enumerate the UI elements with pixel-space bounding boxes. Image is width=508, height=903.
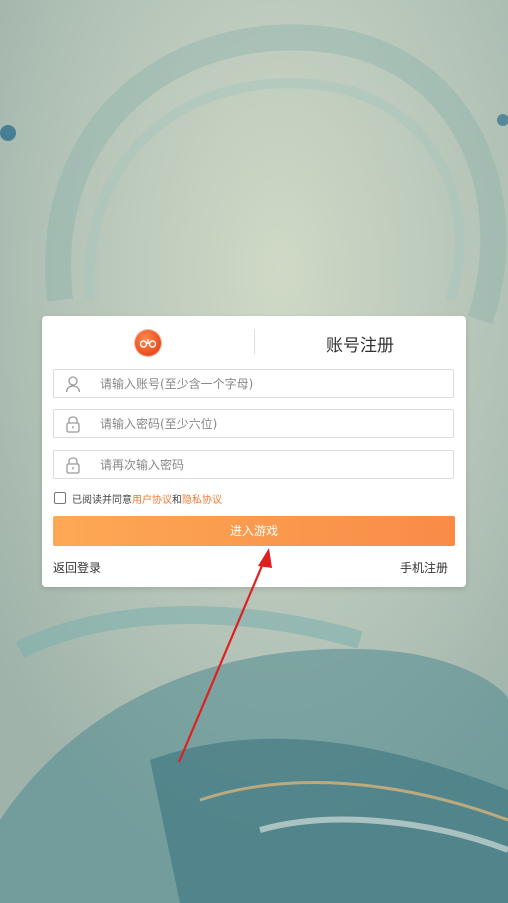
- arrowhead-icon: [258, 548, 272, 568]
- annotation-arrow: [177, 548, 272, 763]
